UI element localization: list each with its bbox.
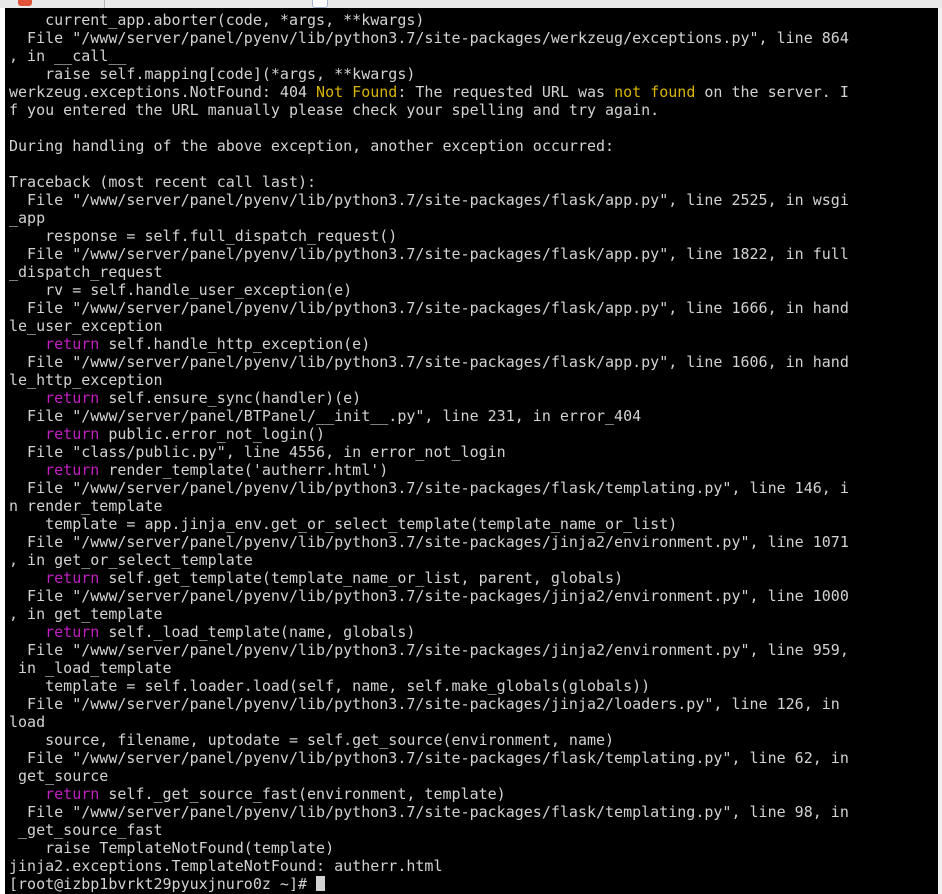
terminal-line: current_app.aborter(code, *args, **kwarg… bbox=[9, 11, 425, 29]
terminal-line: File "/www/server/panel/pyenv/lib/python… bbox=[9, 803, 849, 821]
terminal-line: le_http_exception bbox=[9, 371, 163, 389]
terminal-line: raise self.mapping[code](*args, **kwargs… bbox=[9, 65, 416, 83]
terminal-line: load bbox=[9, 713, 46, 731]
terminal-line: le_user_exception bbox=[9, 317, 163, 335]
highlight-text: not found bbox=[614, 83, 696, 101]
terminal-line: response = self.full_dispatch_request() bbox=[9, 227, 398, 245]
keyword-text: return bbox=[45, 785, 100, 803]
terminal-line: File "/www/server/panel/pyenv/lib/python… bbox=[9, 695, 840, 713]
terminal-line: f you entered the URL manually please ch… bbox=[9, 101, 660, 119]
terminal-text: public.error_not_login() bbox=[99, 425, 326, 443]
terminal-line: n render_template bbox=[9, 497, 163, 515]
terminal-line: File "/www/server/panel/pyenv/lib/python… bbox=[9, 587, 849, 605]
terminal-line: get_source bbox=[9, 767, 109, 785]
terminal-line: During handling of the above exception, … bbox=[9, 137, 615, 155]
terminal-text: : The requested URL was bbox=[397, 83, 615, 101]
terminal-line: File "/www/server/panel/pyenv/lib/python… bbox=[9, 245, 849, 263]
terminal-line: in _load_template bbox=[9, 659, 172, 677]
terminal-line: raise TemplateNotFound(template) bbox=[9, 839, 335, 857]
text-cursor bbox=[316, 876, 326, 891]
terminal-line: template = self.loader.load(self, name, … bbox=[9, 677, 651, 695]
terminal-line: File "class/public.py", line 4556, in er… bbox=[9, 443, 506, 461]
terminal-line: File "/www/server/panel/pyenv/lib/python… bbox=[9, 299, 849, 317]
terminal-line: return self.handle_http_exception(e) bbox=[9, 335, 370, 353]
terminal-line: _dispatch_request bbox=[9, 263, 163, 281]
keyword-text: return bbox=[45, 569, 100, 587]
prompt-text: [root@izbp1bvrkt29pyuxjnuro0z ~]# bbox=[9, 875, 317, 893]
terminal-line: return self._load_template(name, globals… bbox=[9, 623, 415, 641]
terminal-text: self._get_source_fast(environment, templ… bbox=[99, 785, 506, 803]
terminal-line: Traceback (most recent call last): bbox=[9, 173, 317, 191]
terminal-line: _get_source_fast bbox=[9, 821, 163, 839]
terminal-line: File "/www/server/panel/pyenv/lib/python… bbox=[9, 479, 849, 497]
terminal-line: File "/www/server/panel/pyenv/lib/python… bbox=[9, 191, 849, 209]
terminal-text: on the server. I bbox=[695, 83, 849, 101]
terminal-line: return self._get_source_fast(environment… bbox=[9, 785, 506, 803]
terminal-line: return self.ensure_sync(handler)(e) bbox=[9, 389, 361, 407]
new-tab-icon[interactable] bbox=[312, 0, 328, 8]
terminal-text: werkzeug.exceptions.NotFound: 404 bbox=[9, 83, 317, 101]
terminal-output[interactable]: current_app.aborter(code, *args, **kwarg… bbox=[5, 8, 942, 894]
terminal-line: File "/www/server/panel/pyenv/lib/python… bbox=[9, 29, 849, 47]
terminal-line: File "/www/server/panel/pyenv/lib/python… bbox=[9, 641, 849, 659]
terminal-line: return render_template('autherr.html') bbox=[9, 461, 388, 479]
terminal-line: jinja2.exceptions.TemplateNotFound: auth… bbox=[9, 857, 443, 875]
terminal-line: werkzeug.exceptions.NotFound: 404 Not Fo… bbox=[9, 83, 849, 101]
window-tab-strip bbox=[0, 0, 942, 8]
terminal-line: source, filename, uptodate = self.get_so… bbox=[9, 731, 615, 749]
terminal-scrollbar[interactable] bbox=[938, 8, 942, 894]
terminal-line: File "/www/server/panel/pyenv/lib/python… bbox=[9, 353, 849, 371]
highlight-text: Not Found bbox=[316, 83, 398, 101]
terminal-line: , in get_template bbox=[9, 605, 163, 623]
shell-prompt[interactable]: [root@izbp1bvrkt29pyuxjnuro0z ~]# bbox=[9, 875, 326, 893]
terminal-text: self.ensure_sync(handler)(e) bbox=[99, 389, 362, 407]
terminal-line: , in __call__ bbox=[9, 47, 127, 65]
terminal-line: File "/www/server/panel/pyenv/lib/python… bbox=[9, 533, 849, 551]
app-tab-icon[interactable] bbox=[18, 0, 32, 6]
keyword-text: return bbox=[45, 425, 100, 443]
terminal-line: File "/www/server/panel/BTPanel/__init__… bbox=[9, 407, 642, 425]
terminal-line: File "/www/server/panel/pyenv/lib/python… bbox=[9, 749, 849, 767]
terminal-line: return self.get_template(template_name_o… bbox=[9, 569, 623, 587]
tab-divider bbox=[104, 0, 105, 8]
keyword-text: return bbox=[45, 389, 100, 407]
terminal-text: render_template('autherr.html') bbox=[99, 461, 389, 479]
terminal-text: self.get_template(template_name_or_list,… bbox=[99, 569, 624, 587]
terminal-text: self.handle_http_exception(e) bbox=[99, 335, 371, 353]
keyword-text: return bbox=[45, 335, 100, 353]
terminal-line: template = app.jinja_env.get_or_select_t… bbox=[9, 515, 678, 533]
terminal-text: self._load_template(name, globals) bbox=[99, 623, 416, 641]
terminal-line: rv = self.handle_user_exception(e) bbox=[9, 281, 353, 299]
terminal-line: _app bbox=[9, 209, 46, 227]
terminal-line: , in get_or_select_template bbox=[9, 551, 253, 569]
keyword-text: return bbox=[45, 461, 100, 479]
keyword-text: return bbox=[45, 623, 100, 641]
terminal-line: return public.error_not_login() bbox=[9, 425, 325, 443]
